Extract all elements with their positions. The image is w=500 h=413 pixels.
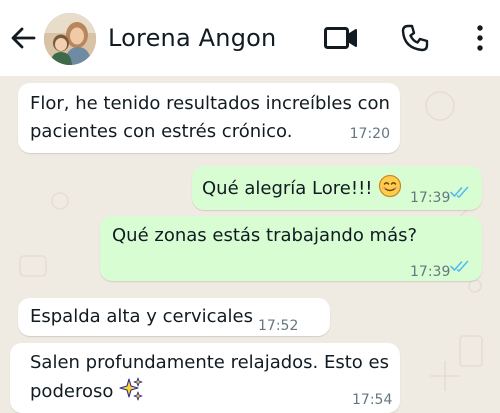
message-line: Espalda alta y cervicales xyxy=(30,306,254,327)
message-bubble[interactable]: Salen profundamente relajados. Esto es p… xyxy=(10,343,400,413)
contact-name[interactable]: Lorena Angon xyxy=(108,24,276,52)
message-time: 17:39 xyxy=(410,264,451,280)
message-text: Flor, he tenido resultados increíbles co… xyxy=(30,90,390,146)
message-bubble[interactable]: Espalda alta y cervicales 17:52 xyxy=(18,298,330,336)
message-time: 17:39 xyxy=(410,190,451,206)
message-line: Qué alegría Lore!!! xyxy=(202,178,373,199)
message-line: Flor, he tenido resultados increíbles co… xyxy=(30,93,390,114)
more-vertical-icon xyxy=(477,25,483,51)
message-text: Qué alegría Lore!!! xyxy=(202,174,402,203)
message-line: poderoso xyxy=(30,381,114,402)
message-line: pacientes con estrés crónico. xyxy=(30,121,293,142)
message-time: 17:52 xyxy=(258,318,299,334)
chat-header: Lorena Angon xyxy=(0,0,500,76)
sparkles-icon xyxy=(119,377,143,401)
phone-icon xyxy=(401,24,429,52)
voice-call-button[interactable] xyxy=(398,20,432,56)
smiling-face-icon xyxy=(379,174,402,198)
video-call-button[interactable] xyxy=(322,20,360,56)
message-list[interactable]: Flor, he tenido resultados increíbles co… xyxy=(0,76,500,413)
message-bubble[interactable]: Flor, he tenido resultados increíbles co… xyxy=(18,83,400,153)
message-text: Salen profundamente relajados. Esto es p… xyxy=(30,349,390,406)
double-check-read-icon xyxy=(450,260,469,272)
message-line: Salen profundamente relajados. Esto es xyxy=(30,352,389,373)
avatar[interactable] xyxy=(44,13,96,65)
message-bubble[interactable]: Qué zonas estás trabajando más? 17:39 xyxy=(100,216,482,281)
avatar-photo xyxy=(44,13,96,65)
message-text: Espalda alta y cervicales xyxy=(30,303,253,331)
message-text: Qué zonas estás trabajando más? xyxy=(112,222,417,250)
message-time: 17:20 xyxy=(349,126,390,142)
message-line: Qué zonas estás trabajando más? xyxy=(112,225,418,246)
back-button[interactable] xyxy=(8,22,38,54)
message-bubble[interactable]: Qué alegría Lore!!! 17:39 xyxy=(192,166,482,210)
back-arrow-icon xyxy=(11,27,36,49)
video-camera-icon xyxy=(324,27,357,49)
more-options-button[interactable] xyxy=(468,20,492,56)
double-check-read-icon xyxy=(450,186,469,198)
message-time: 17:54 xyxy=(352,392,393,408)
